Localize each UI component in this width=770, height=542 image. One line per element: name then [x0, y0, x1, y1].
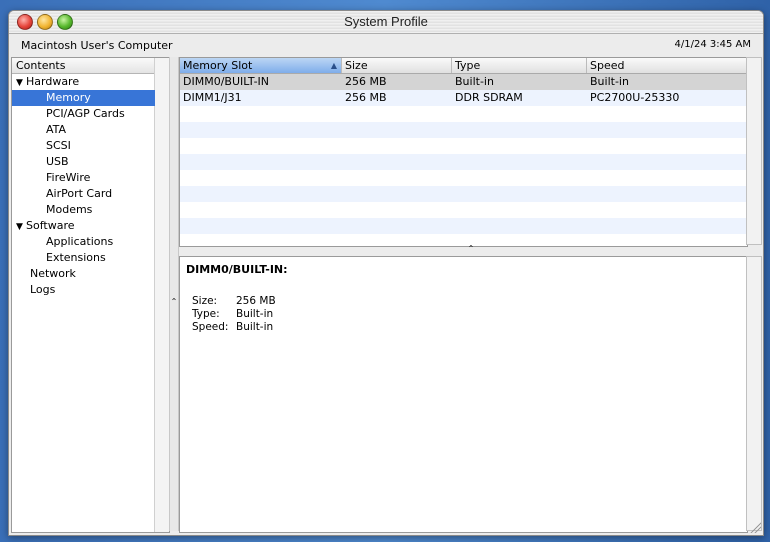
empty-row — [180, 186, 747, 202]
empty-row — [180, 202, 747, 218]
detail-scrollbar[interactable] — [746, 256, 762, 531]
sidebar-item-network[interactable]: Network — [30, 266, 76, 282]
table-header: Memory Slot ▲ Size Type Speed — [180, 58, 747, 74]
sort-ascending-icon: ▲ — [330, 61, 337, 70]
resize-grip-icon[interactable] — [749, 521, 761, 533]
detail-title: DIMM0/BUILT-IN: — [186, 263, 288, 276]
sidebar-item-hardware[interactable]: ▼ Hardware — [16, 74, 155, 90]
empty-row — [180, 154, 747, 170]
disclosure-triangle-icon[interactable]: ▼ — [16, 219, 26, 235]
sidebar-item-extensions[interactable]: Extensions — [46, 250, 106, 266]
sidebar-item-memory[interactable]: Memory — [12, 90, 155, 106]
empty-row — [180, 138, 747, 154]
splitter-grip-icon[interactable]: ⌃ — [170, 297, 178, 306]
sidebar-header: Contents — [12, 58, 169, 74]
splitter-grip-icon[interactable]: ⌃ — [179, 244, 763, 253]
memory-table: Memory Slot ▲ Size Type Speed DIMM0/BUIL… — [179, 57, 748, 247]
contents-sidebar: Contents ▼ Hardware Memory PCI/AGP Cards … — [11, 57, 170, 533]
sidebar-item-firewire[interactable]: FireWire — [46, 170, 90, 186]
horizontal-splitter[interactable]: ⌃ — [179, 244, 763, 255]
sidebar-item-applications[interactable]: Applications — [46, 234, 113, 250]
info-bar: Macintosh User's Computer 4/1/24 3:45 AM — [9, 34, 763, 58]
sidebar-item-software[interactable]: ▼ Software — [16, 218, 155, 234]
empty-row — [180, 122, 747, 138]
sidebar-item-ata[interactable]: ATA — [46, 122, 66, 138]
sidebar-item-pci-agp-cards[interactable]: PCI/AGP Cards — [46, 106, 125, 122]
sidebar-item-scsi[interactable]: SCSI — [46, 138, 71, 154]
empty-row — [180, 106, 747, 122]
sidebar-item-airport-card[interactable]: AirPort Card — [46, 186, 112, 202]
disclosure-triangle-icon[interactable]: ▼ — [16, 75, 26, 91]
sidebar-item-modems[interactable]: Modems — [46, 202, 92, 218]
vertical-splitter[interactable]: ⌃ — [169, 57, 179, 531]
detail-pane: DIMM0/BUILT-IN: Size: 256 MB Type: Built-i… — [179, 256, 748, 533]
column-header-memory-slot[interactable]: Memory Slot ▲ — [180, 58, 342, 73]
detail-field-speed: Speed: Built-in — [192, 321, 274, 333]
computer-name: Macintosh User's Computer — [21, 39, 173, 52]
table-row[interactable]: DIMM1/J31 256 MB DDR SDRAM PC2700U-25330 — [180, 90, 747, 106]
column-header-speed[interactable]: Speed — [587, 58, 747, 73]
datetime-label: 4/1/24 3:45 AM — [674, 39, 751, 50]
empty-row — [180, 170, 747, 186]
column-header-type[interactable]: Type — [452, 58, 587, 73]
title-bar[interactable]: System Profile — [9, 11, 763, 34]
sidebar-item-logs[interactable]: Logs — [30, 282, 55, 298]
column-header-size[interactable]: Size — [342, 58, 452, 73]
empty-row — [180, 218, 747, 234]
table-scrollbar[interactable] — [746, 57, 762, 245]
table-row[interactable]: DIMM0/BUILT-IN 256 MB Built-in Built-in — [180, 74, 747, 90]
detail-field-size: Size: 256 MB — [192, 295, 276, 307]
window-title: System Profile — [344, 14, 428, 29]
system-profile-window: System Profile Macintosh User's Computer… — [8, 10, 764, 536]
sidebar-item-usb[interactable]: USB — [46, 154, 69, 170]
detail-field-type: Type: Built-in — [192, 308, 274, 320]
sidebar-scrollbar[interactable] — [154, 58, 169, 532]
